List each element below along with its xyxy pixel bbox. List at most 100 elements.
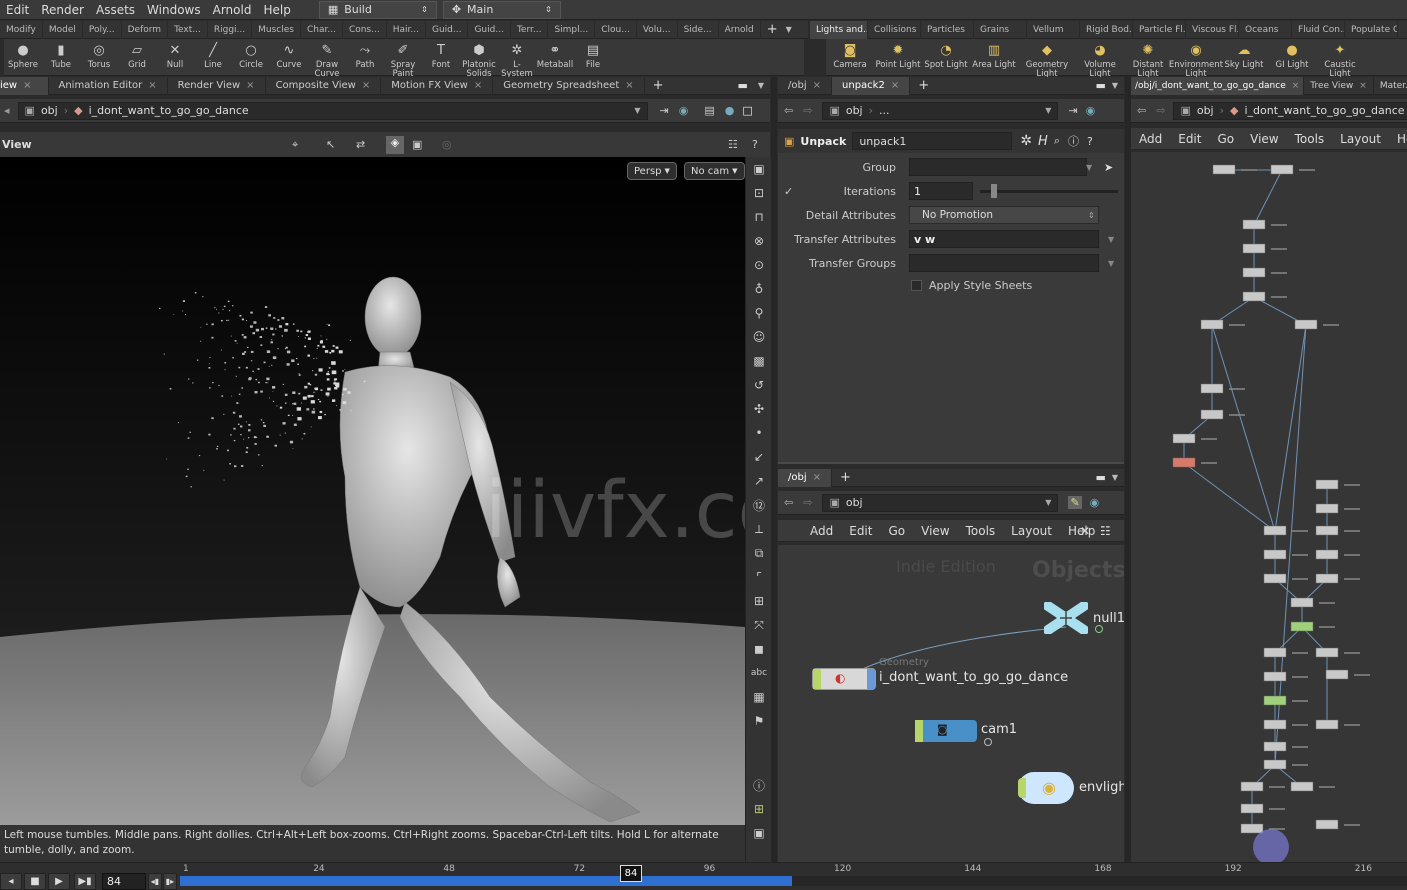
envlight-label[interactable]: envlight: [1079, 780, 1124, 795]
select-arrow-icon[interactable]: ➤: [1104, 161, 1113, 174]
close-icon[interactable]: ×: [23, 80, 31, 91]
frame-field[interactable]: 84: [102, 873, 146, 890]
network-menu-help[interactable]: Help: [1389, 132, 1407, 146]
corner-icon[interactable]: ⌜: [746, 565, 772, 589]
persp-button[interactable]: Persp ▼: [627, 162, 677, 180]
window-icon[interactable]: ▬: [1095, 79, 1105, 92]
shelf-tool-tube[interactable]: ▮ Tube: [42, 39, 80, 70]
forward-icon[interactable]: ⇨: [1156, 104, 1165, 117]
shelf-tool-spray-paint[interactable]: ✐ Spray Paint: [384, 39, 422, 79]
transform-icon[interactable]: ⇄: [356, 138, 365, 151]
grid-snap-icon[interactable]: ⊞: [746, 589, 772, 613]
detail-attributes-menu[interactable]: No Promotion: [909, 206, 1099, 224]
right-network-path-field[interactable]: ▣ obj › ◆ i_dont_want_to_go_go_dance: [1173, 101, 1407, 120]
shelf-tool-sky-light[interactable]: ☁ Sky Light: [1220, 39, 1268, 70]
network-menu-add[interactable]: Add: [1131, 132, 1170, 146]
info-icon[interactable]: ⓘ: [746, 773, 772, 797]
obj-network-editor[interactable]: Indie Edition Objects null1 Geometry ◐ i…: [778, 545, 1124, 862]
vertical-splitter[interactable]: [771, 77, 777, 862]
tab-material[interactable]: Mater...: [1374, 77, 1407, 95]
shelf-tool-volume-light[interactable]: ◕ Volume Light: [1076, 39, 1124, 79]
shelf-tab[interactable]: Side...: [678, 20, 719, 39]
menu-assets[interactable]: Assets: [90, 3, 141, 17]
shelf-tool-curve[interactable]: ∿ Curve: [270, 39, 308, 70]
chevron-down-icon[interactable]: ▼: [1045, 106, 1051, 115]
path-root[interactable]: obj: [846, 496, 863, 509]
link-icon[interactable]: ◉: [679, 104, 689, 117]
shelf-tool-file[interactable]: ▤ File: [574, 39, 612, 70]
shelf-tab[interactable]: Lights and...: [810, 20, 868, 39]
stop-icon[interactable]: ◼: [746, 637, 772, 661]
output-connector-icon[interactable]: [984, 738, 992, 746]
add-tab-icon[interactable]: +: [918, 78, 929, 93]
path-root[interactable]: obj: [846, 104, 863, 117]
network-menu-view[interactable]: View: [1242, 132, 1286, 146]
back-icon[interactable]: ⇦: [784, 104, 793, 117]
shelf-tab[interactable]: Rigid Bod...: [1080, 20, 1133, 39]
display-flag-icon[interactable]: [1018, 778, 1026, 798]
home-icon[interactable]: ⊗: [746, 229, 772, 253]
chevron-down-icon[interactable]: ▼: [786, 25, 792, 34]
shelf-tool-circle[interactable]: ○ Circle: [232, 39, 270, 70]
output-connector-icon[interactable]: [1095, 625, 1103, 633]
display-options-icon[interactable]: ☷: [728, 138, 738, 151]
tab-geo-network[interactable]: /obj/i_dont_want_to_go_go_dance ×: [1131, 76, 1305, 95]
shelf-tool-metaball[interactable]: ⚭ Metaball: [536, 39, 574, 70]
shelf-tab[interactable]: Clou...: [595, 20, 637, 39]
shelf-tab[interactable]: Text...: [168, 20, 208, 39]
close-icon[interactable]: ×: [813, 80, 821, 91]
help-icon[interactable]: ?: [1087, 135, 1093, 148]
pin-view-icon[interactable]: ⚑: [746, 709, 772, 733]
network-menu-layout[interactable]: Layout: [1003, 524, 1060, 538]
close-icon[interactable]: ×: [246, 80, 254, 91]
menu-render[interactable]: Render: [35, 3, 90, 17]
node-name-field[interactable]: unpack1: [852, 132, 1013, 150]
link-icon[interactable]: ◉: [1086, 104, 1096, 117]
shelf-tool-draw-curve[interactable]: ✎ Draw Curve: [308, 39, 346, 79]
close-icon[interactable]: ×: [362, 80, 370, 91]
pane-divider[interactable]: [778, 462, 1124, 464]
shelf-tab[interactable]: Grains: [974, 20, 1027, 39]
apply-style-checkbox[interactable]: [911, 279, 922, 291]
light-bulb-icon[interactable]: ✎: [1068, 496, 1082, 509]
shading-icon[interactable]: ◈: [386, 135, 404, 154]
prim-icon[interactable]: ⟂: [746, 517, 772, 541]
chevron-down-icon[interactable]: ▼: [1108, 235, 1114, 244]
shelf-tool-spot-light[interactable]: ◔ Spot Light: [922, 39, 970, 70]
window-icon[interactable]: □: [742, 104, 752, 117]
network-selector[interactable]: ✥ Main ⇕: [442, 0, 561, 19]
shelf-tab[interactable]: Particles: [921, 20, 974, 39]
close-icon[interactable]: ×: [148, 80, 156, 91]
jump-start-button[interactable]: ◂: [0, 873, 22, 890]
lock-icon[interactable]: ⊓: [746, 205, 772, 229]
shelf-tab[interactable]: Guid...: [426, 20, 469, 39]
shelf-tool-null[interactable]: ✕ Null: [156, 39, 194, 70]
cube-icon[interactable]: ⧉: [746, 541, 772, 565]
pane-tab[interactable]: Geometry Spreadsheet ×: [493, 76, 645, 95]
path-root[interactable]: obj: [41, 104, 58, 117]
cam1-label[interactable]: cam1: [981, 722, 1017, 737]
shelf-tab[interactable]: Terr...: [511, 20, 549, 39]
null1-label[interactable]: null1: [1093, 611, 1124, 626]
orient-icon[interactable]: ✣: [746, 397, 772, 421]
normal-icon[interactable]: ↙: [746, 445, 772, 469]
close-icon[interactable]: ×: [474, 80, 482, 91]
network-menu-tools[interactable]: Tools: [1287, 132, 1333, 146]
chevron-down-icon[interactable]: ▼: [1045, 498, 1051, 507]
display-flag-icon[interactable]: [813, 669, 821, 689]
menu-windows[interactable]: Windows: [141, 3, 207, 17]
chevron-down-icon[interactable]: ▼: [1108, 259, 1114, 268]
shelf-tab[interactable]: Deform: [122, 20, 169, 39]
group-field[interactable]: [909, 158, 1087, 176]
back-icon[interactable]: ⇦: [784, 496, 793, 509]
tab-unpack2[interactable]: unpack2 ×: [832, 76, 911, 95]
houdini-h-icon[interactable]: H: [1038, 134, 1048, 149]
forward-icon[interactable]: ⇨: [803, 496, 812, 509]
geometry-icon[interactable]: ▩: [746, 349, 772, 373]
obj-network-path-field[interactable]: ▣ obj ▼: [822, 493, 1059, 512]
close-icon[interactable]: ×: [813, 472, 821, 483]
step-forward-button[interactable]: ▮▸: [163, 873, 177, 890]
stop-button[interactable]: ■: [24, 873, 46, 890]
render-icon[interactable]: ●: [725, 104, 735, 117]
cam1-node[interactable]: ◙: [915, 720, 977, 742]
